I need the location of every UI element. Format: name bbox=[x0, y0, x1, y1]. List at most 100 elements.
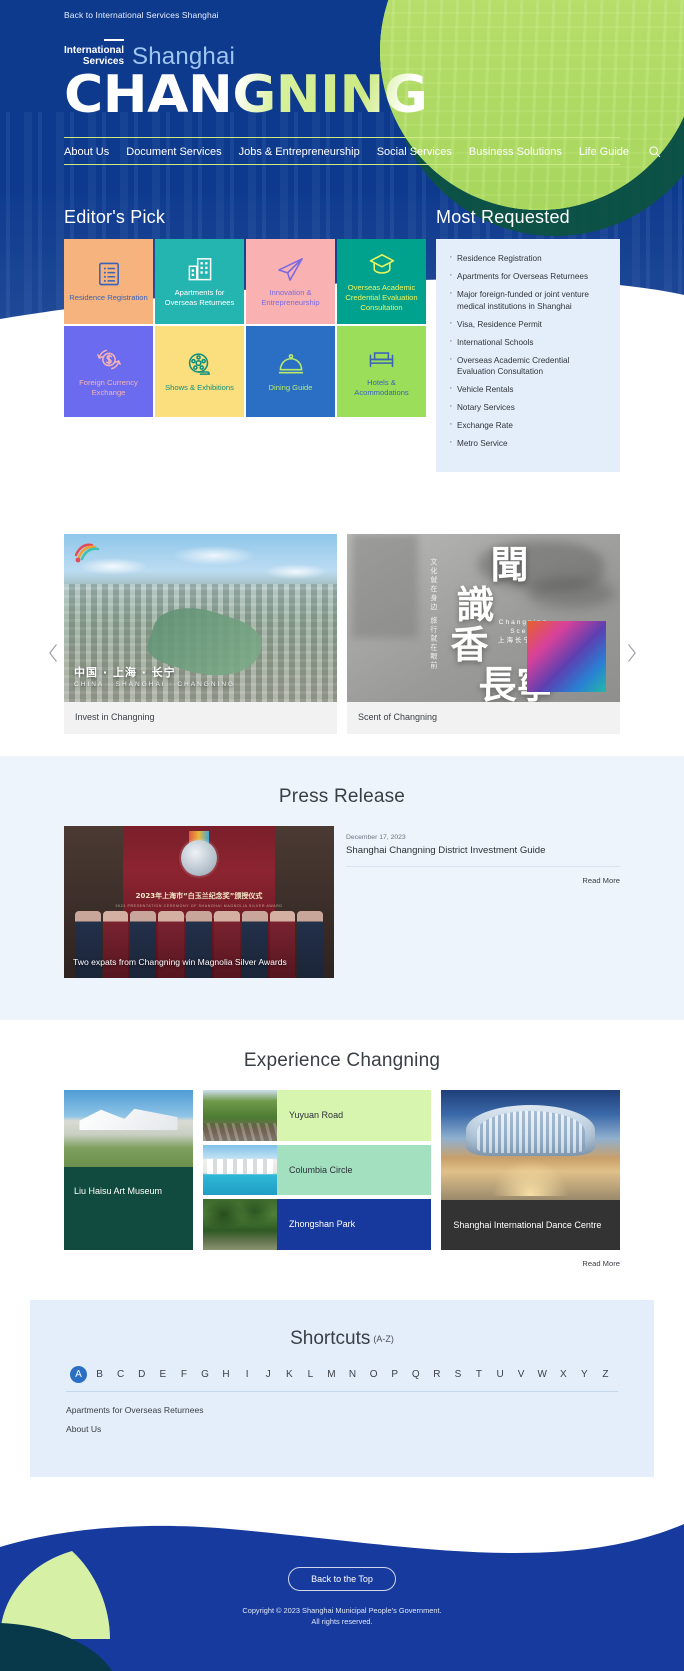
dance-centre-fountain bbox=[491, 1158, 570, 1196]
alphabet-letter-r[interactable]: R bbox=[428, 1366, 445, 1383]
alphabet-letter-v[interactable]: V bbox=[513, 1366, 530, 1383]
experience-card-liu-haisu-art-museum[interactable]: Liu Haisu Art Museum bbox=[64, 1090, 194, 1250]
picks-section: Editor's Pick Residence Registration Apa… bbox=[0, 207, 684, 472]
chevron-right-icon[interactable] bbox=[620, 642, 642, 664]
nav-item-about-us[interactable]: About Us bbox=[64, 146, 109, 158]
shortcut-link-apartments[interactable]: Apartments for Overseas Returnees bbox=[66, 1405, 618, 1415]
list-item[interactable]: Apartments for Overseas Returnees bbox=[449, 270, 607, 283]
alphabet-letter-p[interactable]: P bbox=[386, 1366, 403, 1383]
alphabet-letter-m[interactable]: M bbox=[323, 1366, 340, 1383]
press-release-title: Press Release bbox=[278, 786, 406, 807]
press-release-item[interactable]: December 17, 2023 Shanghai Changning Dis… bbox=[346, 828, 620, 867]
experience-card-yuyuan-road[interactable]: Yuyuan Road bbox=[203, 1090, 432, 1141]
alphabet-letter-l[interactable]: L bbox=[302, 1366, 319, 1383]
alphabet-letter-b[interactable]: B bbox=[91, 1366, 108, 1383]
editors-pick-tile-grid: Residence Registration Apartments for Ov… bbox=[64, 239, 426, 417]
experience-middle-column: Yuyuan Road Columbia Circle Zhongshan Pa… bbox=[203, 1090, 432, 1250]
nav-item-life-guide[interactable]: Life Guide bbox=[579, 146, 629, 158]
press-release-list: December 17, 2023 Shanghai Changning Dis… bbox=[346, 826, 620, 885]
back-to-top-button[interactable]: Back to the Top bbox=[288, 1567, 396, 1591]
list-item[interactable]: Exchange Rate bbox=[449, 419, 607, 432]
shortcut-link-about-us[interactable]: About Us bbox=[66, 1424, 618, 1434]
zhongshan-park-image bbox=[203, 1199, 278, 1250]
carousel-card-invest-in-changning[interactable]: 中国 · 上海 · 长宁 CHINA · SHANGHAI · CHANGNIN… bbox=[64, 534, 337, 734]
alphabet-letter-y[interactable]: Y bbox=[576, 1366, 593, 1383]
list-item[interactable]: Overseas Academic Credential Evaluation … bbox=[449, 354, 607, 378]
tile-dining-guide[interactable]: Dining Guide bbox=[246, 326, 335, 417]
editors-pick-column: Editor's Pick Residence Registration Apa… bbox=[64, 207, 426, 417]
press-read-more-link[interactable]: Read More bbox=[346, 876, 620, 885]
bed-icon bbox=[368, 344, 395, 374]
alphabet-letter-k[interactable]: K bbox=[281, 1366, 298, 1383]
nav-item-social-services[interactable]: Social Services bbox=[377, 146, 452, 158]
carousel-card-scent-of-changning[interactable]: 文化就在身边 旅行就在眼前 聞 識 香 長寧 Changning Scent 上… bbox=[347, 534, 620, 734]
tile-apartments-for-overseas-returnees[interactable]: Apartments for Overseas Returnees bbox=[155, 239, 244, 324]
list-item[interactable]: Residence Registration bbox=[449, 252, 607, 265]
alphabet-letter-a[interactable]: A bbox=[70, 1366, 87, 1383]
city-overlay-en: CHINA · SHANGHAI · CHANGNING bbox=[74, 681, 236, 688]
tile-foreign-currency-exchange[interactable]: Foreign Currency Exchange bbox=[64, 326, 153, 417]
alphabet-letter-f[interactable]: F bbox=[175, 1366, 192, 1383]
alphabet-letter-z[interactable]: Z bbox=[597, 1366, 614, 1383]
alphabet-letter-h[interactable]: H bbox=[218, 1366, 235, 1383]
poster-char-1: 聞 bbox=[490, 542, 529, 588]
press-release-section: Press Release 2023年上海市“白玉兰纪念奖”颁授仪式 2023 … bbox=[0, 756, 684, 1020]
main-navigation: About Us Document Services Jobs & Entrep… bbox=[64, 137, 661, 165]
alphabet-letter-s[interactable]: S bbox=[449, 1366, 466, 1383]
nav-item-document-services[interactable]: Document Services bbox=[126, 146, 221, 158]
experience-mini-body: Yuyuan Road bbox=[277, 1090, 431, 1141]
tile-shows-exhibitions[interactable]: Shows & Exhibitions bbox=[155, 326, 244, 417]
alphabet-letter-e[interactable]: E bbox=[154, 1366, 171, 1383]
nav-item-business-solutions[interactable]: Business Solutions bbox=[469, 146, 562, 158]
alphabet-letter-u[interactable]: U bbox=[492, 1366, 509, 1383]
shortcuts-subtitle: (A-Z) bbox=[373, 1334, 394, 1344]
experience-card-zhongshan-park[interactable]: Zhongshan Park bbox=[203, 1199, 432, 1250]
experience-title: Experience Changning bbox=[243, 1050, 441, 1071]
search-icon[interactable] bbox=[648, 145, 661, 158]
logo-international-text: International bbox=[64, 45, 125, 56]
carousel-caption: Invest in Changning bbox=[75, 712, 155, 722]
list-item[interactable]: Major foreign-funded or joint venture me… bbox=[449, 288, 607, 312]
press-feature-image[interactable]: 2023年上海市“白玉兰纪念奖”颁授仪式 2023 PRESENTATION C… bbox=[64, 826, 334, 978]
alphabet-letter-i[interactable]: I bbox=[239, 1366, 256, 1383]
tile-overseas-academic-credential-evaluation-consultation[interactable]: Overseas Academic Credential Evaluation … bbox=[337, 239, 426, 324]
alphabet-letter-x[interactable]: X bbox=[555, 1366, 572, 1383]
tile-residence-registration[interactable]: Residence Registration bbox=[64, 239, 153, 324]
alphabet-letter-w[interactable]: W bbox=[534, 1366, 551, 1383]
experience-card-label: Shanghai International Dance Centre bbox=[453, 1220, 602, 1230]
alphabet-letter-c[interactable]: C bbox=[112, 1366, 129, 1383]
chevron-left-icon[interactable] bbox=[42, 642, 64, 664]
tile-label: Hotels & Acommodations bbox=[354, 378, 409, 397]
experience-card-shanghai-international-dance-centre[interactable]: Shanghai International Dance Centre bbox=[441, 1090, 620, 1250]
experience-card-body: Liu Haisu Art Museum bbox=[64, 1167, 193, 1250]
magnolia-medal-icon bbox=[181, 839, 217, 876]
alphabet-letter-n[interactable]: N bbox=[344, 1366, 361, 1383]
alphabet-letter-q[interactable]: Q bbox=[407, 1366, 424, 1383]
list-item[interactable]: Notary Services bbox=[449, 401, 607, 414]
tile-label: Apartments for Overseas Returnees bbox=[164, 288, 235, 307]
experience-card-columbia-circle[interactable]: Columbia Circle bbox=[203, 1144, 432, 1195]
tile-hotels-acommodations[interactable]: Hotels & Acommodations bbox=[337, 326, 426, 417]
award-ceremony-photo: 2023年上海市“白玉兰纪念奖”颁授仪式 2023 PRESENTATION C… bbox=[64, 826, 334, 978]
back-to-international-services-link[interactable]: Back to International Services Shanghai bbox=[64, 0, 219, 20]
nav-item-jobs-entrepreneurship[interactable]: Jobs & Entrepreneurship bbox=[239, 146, 360, 158]
experience-read-more-link[interactable]: Read More bbox=[64, 1259, 620, 1268]
alphabet-letter-d[interactable]: D bbox=[133, 1366, 150, 1383]
shortcuts-title: Shortcuts (A-Z) bbox=[66, 1328, 618, 1350]
site-logo[interactable]: International Services Shanghai CHANGNIN… bbox=[64, 39, 620, 123]
list-item[interactable]: Visa, Residence Permit bbox=[449, 318, 607, 331]
list-item[interactable]: Metro Service bbox=[449, 437, 607, 450]
alphabet-letter-j[interactable]: J bbox=[260, 1366, 277, 1383]
tile-label: Innovation & Entrepreneurship bbox=[261, 288, 320, 307]
most-requested-list: Residence Registration Apartments for Ov… bbox=[449, 252, 607, 450]
alphabet-letter-t[interactable]: T bbox=[470, 1366, 487, 1383]
alphabet-letter-o[interactable]: O bbox=[365, 1366, 382, 1383]
alphabet-letter-g[interactable]: G bbox=[196, 1366, 213, 1383]
city-aerial-photo: 中国 · 上海 · 长宁 CHINA · SHANGHAI · CHANGNIN… bbox=[64, 534, 337, 702]
tile-innovation-entrepreneurship[interactable]: Innovation & Entrepreneurship bbox=[246, 239, 335, 324]
list-item[interactable]: Vehicle Rentals bbox=[449, 383, 607, 396]
list-item[interactable]: International Schools bbox=[449, 336, 607, 349]
page-root: 虹桥海外人才一站式服务中心 HONGQIAO ONE-STOP SERVICE … bbox=[0, 0, 684, 1671]
site-footer: Back to the Top Copyright © 2023 Shangha… bbox=[0, 1499, 684, 1671]
feature-carousel: 中国 · 上海 · 长宁 CHINA · SHANGHAI · CHANGNIN… bbox=[0, 534, 684, 734]
